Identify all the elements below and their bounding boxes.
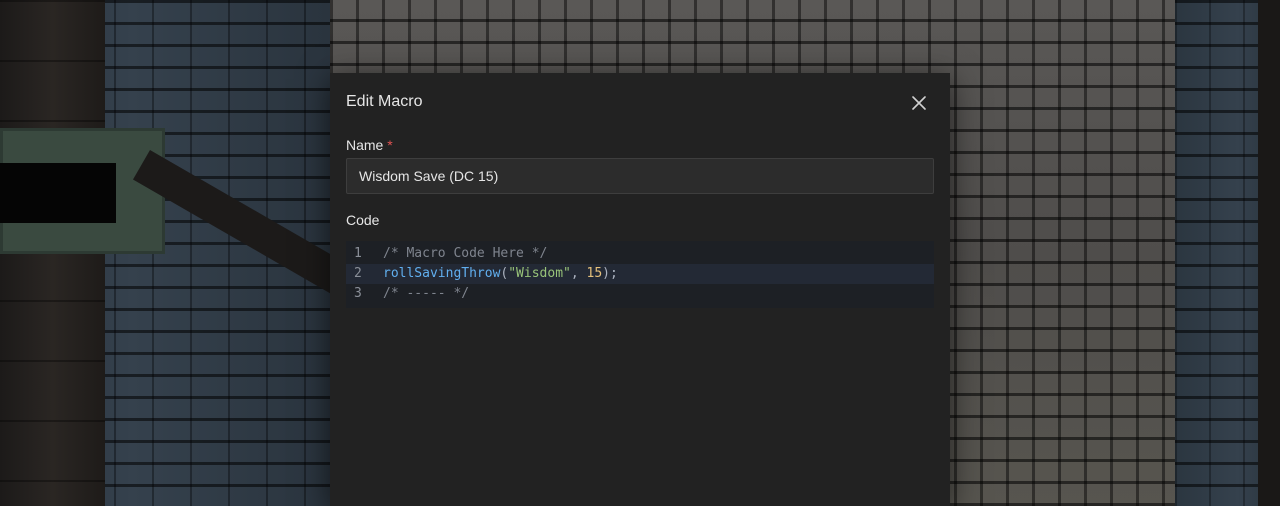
code-text: rollSavingThrow("Wisdom", 15); bbox=[383, 264, 618, 284]
name-label-text: Name bbox=[346, 137, 384, 153]
code-line[interactable]: 3 /* ----- */ bbox=[346, 284, 934, 304]
code-token-comment: /* Macro Code Here */ bbox=[383, 246, 548, 261]
close-icon bbox=[912, 96, 926, 110]
code-line[interactable]: 1 /* Macro Code Here */ bbox=[346, 244, 934, 264]
dialog-header: Edit Macro bbox=[346, 91, 934, 115]
dialog-title: Edit Macro bbox=[346, 93, 423, 110]
edit-macro-dialog: Edit Macro Name * Code 1 /* Macro Code He… bbox=[330, 73, 950, 506]
code-field-label: Code bbox=[346, 212, 380, 228]
code-editor[interactable]: 1 /* Macro Code Here */ 2 rollSavingThrow("… bbox=[346, 241, 934, 308]
code-token-punc: , bbox=[570, 266, 587, 281]
code-text: /* Macro Code Here */ bbox=[383, 244, 547, 264]
code-token-punc: ); bbox=[602, 266, 618, 281]
code-token-str: "Wisdom" bbox=[508, 266, 571, 281]
code-line[interactable]: 2 rollSavingThrow("Wisdom", 15); bbox=[346, 264, 934, 284]
macro-name-input[interactable] bbox=[346, 158, 934, 194]
name-field-label: Name * bbox=[346, 137, 393, 153]
code-text: /* ----- */ bbox=[383, 284, 469, 304]
required-indicator: * bbox=[387, 137, 393, 153]
code-token-num: 15 bbox=[586, 266, 603, 281]
map-dark-opening bbox=[0, 163, 116, 223]
map-edge-shadow bbox=[1258, 0, 1280, 506]
code-token-fn: rollSavingThrow bbox=[383, 266, 501, 281]
line-number: 3 bbox=[354, 286, 362, 301]
line-number: 1 bbox=[354, 246, 362, 261]
close-button[interactable] bbox=[908, 92, 930, 114]
line-number: 2 bbox=[354, 266, 362, 281]
code-token-comment: /* ----- */ bbox=[383, 286, 470, 301]
